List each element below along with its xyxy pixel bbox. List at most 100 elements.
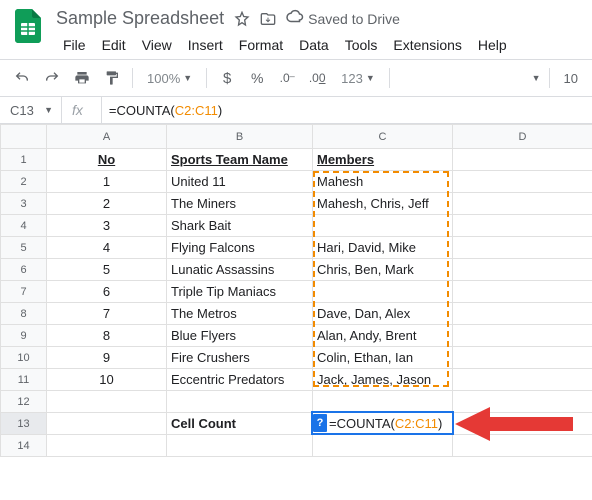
cell-C14[interactable] [313, 435, 453, 457]
zoom-select[interactable]: 100%▼ [139, 71, 200, 86]
row-head-5[interactable]: 5 [1, 237, 47, 259]
decrease-decimal-icon[interactable]: .0_ [273, 64, 301, 92]
doc-title[interactable]: Sample Spreadsheet [56, 8, 224, 29]
cell-B1[interactable]: Sports Team Name [167, 149, 313, 171]
move-icon[interactable] [260, 11, 276, 27]
row-head-13[interactable]: 13 [1, 413, 47, 435]
formula-bar[interactable]: =COUNTA(C2:C11) [109, 103, 592, 118]
col-head-a[interactable]: A [47, 125, 167, 149]
menu-edit[interactable]: Edit [95, 33, 133, 57]
cell-A5[interactable]: 4 [47, 237, 167, 259]
sheets-logo[interactable] [8, 6, 48, 46]
saved-status[interactable]: Saved to Drive [308, 11, 400, 27]
cell-A13[interactable] [47, 413, 167, 435]
cell-C4[interactable] [313, 215, 453, 237]
cell-B5[interactable]: Flying Falcons [167, 237, 313, 259]
cell-B14[interactable] [167, 435, 313, 457]
cell-B7[interactable]: Triple Tip Maniacs [167, 281, 313, 303]
cell-A3[interactable]: 2 [47, 193, 167, 215]
name-box[interactable]: C13▼ [0, 97, 62, 123]
cell-C5[interactable]: Hari, David, Mike [313, 237, 453, 259]
row-head-3[interactable]: 3 [1, 193, 47, 215]
row-head-2[interactable]: 2 [1, 171, 47, 193]
formula-editor[interactable]: ?=COUNTA(C2:C11) [311, 411, 454, 435]
cell-A11[interactable]: 10 [47, 369, 167, 391]
cell-B10[interactable]: Fire Crushers [167, 347, 313, 369]
percent-icon[interactable]: % [243, 64, 271, 92]
row-head-7[interactable]: 7 [1, 281, 47, 303]
row-head-8[interactable]: 8 [1, 303, 47, 325]
cell-D12[interactable] [453, 391, 592, 413]
col-head-d[interactable]: D [453, 125, 592, 149]
cell-D6[interactable] [453, 259, 592, 281]
cell-A10[interactable]: 9 [47, 347, 167, 369]
row-head-9[interactable]: 9 [1, 325, 47, 347]
cell-D3[interactable] [453, 193, 592, 215]
select-all-corner[interactable] [1, 125, 47, 149]
menu-extensions[interactable]: Extensions [386, 33, 468, 57]
menu-view[interactable]: View [135, 33, 179, 57]
formula-hint-icon[interactable]: ? [313, 414, 327, 432]
cell-A1[interactable]: No [47, 149, 167, 171]
cell-B11[interactable]: Eccentric Predators [167, 369, 313, 391]
cell-B8[interactable]: The Metros [167, 303, 313, 325]
increase-decimal-icon[interactable]: .00 [303, 64, 331, 92]
menu-format[interactable]: Format [232, 33, 290, 57]
row-head-1[interactable]: 1 [1, 149, 47, 171]
cell-C13[interactable]: ?=COUNTA(C2:C11) [313, 413, 453, 435]
cell-B2[interactable]: United 11 [167, 171, 313, 193]
cell-C11[interactable]: Jack, James, Jason [313, 369, 453, 391]
menu-file[interactable]: File [56, 33, 93, 57]
cell-B6[interactable]: Lunatic Assassins [167, 259, 313, 281]
col-head-b[interactable]: B [167, 125, 313, 149]
menu-tools[interactable]: Tools [338, 33, 385, 57]
undo-icon[interactable] [8, 64, 36, 92]
cell-A12[interactable] [47, 391, 167, 413]
number-format-select[interactable]: 123▼ [333, 71, 383, 86]
menu-help[interactable]: Help [471, 33, 514, 57]
row-head-4[interactable]: 4 [1, 215, 47, 237]
cell-A8[interactable]: 7 [47, 303, 167, 325]
cell-C8[interactable]: Dave, Dan, Alex [313, 303, 453, 325]
cell-C6[interactable]: Chris, Ben, Mark [313, 259, 453, 281]
cell-C3[interactable]: Mahesh, Chris, Jeff [313, 193, 453, 215]
cell-B3[interactable]: The Miners [167, 193, 313, 215]
cell-C2[interactable]: Mahesh [313, 171, 453, 193]
cell-A2[interactable]: 1 [47, 171, 167, 193]
cell-D14[interactable] [453, 435, 592, 457]
cell-A6[interactable]: 5 [47, 259, 167, 281]
currency-icon[interactable]: $ [213, 64, 241, 92]
cell-C10[interactable]: Colin, Ethan, Ian [313, 347, 453, 369]
menu-data[interactable]: Data [292, 33, 336, 57]
cell-B9[interactable]: Blue Flyers [167, 325, 313, 347]
cell-D9[interactable] [453, 325, 592, 347]
cell-D1[interactable] [453, 149, 592, 171]
cell-C7[interactable] [313, 281, 453, 303]
cell-D7[interactable] [453, 281, 592, 303]
font-size-input[interactable]: 10 [558, 71, 584, 86]
cell-B13[interactable]: Cell Count [167, 413, 313, 435]
cell-A14[interactable] [47, 435, 167, 457]
cell-C1[interactable]: Members [313, 149, 453, 171]
star-icon[interactable] [234, 11, 250, 27]
print-icon[interactable] [68, 64, 96, 92]
row-head-10[interactable]: 10 [1, 347, 47, 369]
cell-C12[interactable] [313, 391, 453, 413]
cell-D2[interactable] [453, 171, 592, 193]
cell-A4[interactable]: 3 [47, 215, 167, 237]
menu-insert[interactable]: Insert [181, 33, 230, 57]
cell-B12[interactable] [167, 391, 313, 413]
cell-D4[interactable] [453, 215, 592, 237]
cell-B4[interactable]: Shark Bait [167, 215, 313, 237]
row-head-11[interactable]: 11 [1, 369, 47, 391]
font-prev-icon[interactable]: ▼ [532, 73, 541, 83]
row-head-14[interactable]: 14 [1, 435, 47, 457]
cell-A7[interactable]: 6 [47, 281, 167, 303]
col-head-c[interactable]: C [313, 125, 453, 149]
paint-format-icon[interactable] [98, 64, 126, 92]
cell-A9[interactable]: 8 [47, 325, 167, 347]
cell-D10[interactable] [453, 347, 592, 369]
cell-C9[interactable]: Alan, Andy, Brent [313, 325, 453, 347]
redo-icon[interactable] [38, 64, 66, 92]
cell-D8[interactable] [453, 303, 592, 325]
